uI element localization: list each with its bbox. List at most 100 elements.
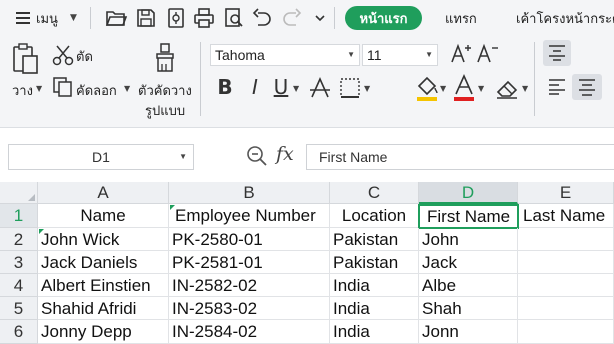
print-preview-icon[interactable] <box>222 6 246 30</box>
cell-a1[interactable]: Name <box>38 204 169 228</box>
paste-icon[interactable] <box>10 42 40 76</box>
scissors-icon[interactable] <box>52 44 74 66</box>
chevron-down-icon[interactable]: ▼ <box>440 84 446 93</box>
cell-c2[interactable]: Pakistan <box>330 228 419 251</box>
chevron-down-icon[interactable]: ▼ <box>478 84 484 93</box>
open-folder-icon[interactable] <box>104 6 128 30</box>
row-header[interactable]: 1 <box>0 204 38 228</box>
cell-b1[interactable]: Employee Number <box>169 204 330 228</box>
row-header[interactable]: 2 <box>0 228 38 251</box>
tab-insert[interactable]: แทรก <box>445 0 477 36</box>
cell-b2[interactable]: PK-2580-01 <box>169 228 330 251</box>
column-header-a[interactable]: A <box>38 182 169 204</box>
zoom-icon[interactable] <box>246 145 268 167</box>
redo-icon[interactable] <box>280 6 304 30</box>
cell-d5[interactable]: Shah <box>419 297 518 320</box>
format-painter-icon[interactable] <box>152 42 178 74</box>
column-header-d[interactable]: D <box>419 182 518 204</box>
column-header-e[interactable]: E <box>518 182 614 204</box>
toolbar-divider <box>90 7 91 29</box>
spreadsheet-grid: A B C D E 1 Name Employee Number Locatio… <box>0 182 614 344</box>
cell-a4[interactable]: Albert Einstien <box>38 274 169 297</box>
cell-e2[interactable] <box>518 228 614 251</box>
copy-icon[interactable] <box>52 76 74 98</box>
copy-button[interactable]: คัดลอก <box>76 80 117 101</box>
export-icon[interactable] <box>164 6 188 30</box>
chevron-down-icon[interactable]: ▼ <box>347 45 355 65</box>
cell-c3[interactable]: Pakistan <box>330 251 419 274</box>
cell-c4[interactable]: India <box>330 274 419 297</box>
font-name-select[interactable]: Tahoma ▼ <box>210 44 360 66</box>
cell-e6[interactable] <box>518 320 614 344</box>
font-color-icon[interactable] <box>452 74 476 102</box>
tab-page-layout[interactable]: เค้าโครงหน้ากระดาษ <box>516 0 614 36</box>
align-center-button[interactable] <box>572 74 602 100</box>
cell-d1[interactable]: First Name <box>418 204 519 229</box>
chevron-down-icon[interactable]: ▼ <box>425 45 433 65</box>
italic-icon[interactable]: I <box>244 74 266 100</box>
eraser-icon[interactable] <box>494 76 520 100</box>
chevron-down-icon[interactable]: ▼ <box>293 84 299 93</box>
row-header[interactable]: 3 <box>0 251 38 274</box>
cell-c1[interactable]: Location <box>330 204 419 228</box>
tab-home[interactable]: หน้าแรก <box>345 6 422 30</box>
cell-d3[interactable]: Jack <box>419 251 518 274</box>
chevron-down-icon[interactable]: ▼ <box>179 145 187 169</box>
format-painter-label: รูปแบบ <box>145 104 186 119</box>
cell-e1[interactable]: Last Name <box>519 204 614 228</box>
underline-icon[interactable]: U <box>270 74 292 100</box>
more-chevron-icon[interactable] <box>308 6 332 30</box>
cell-b4[interactable]: IN-2582-02 <box>169 274 330 297</box>
cut-button[interactable]: ตัด <box>76 46 93 67</box>
cell-a3[interactable]: Jack Daniels <box>38 251 169 274</box>
chevron-down-icon[interactable]: ▼ <box>522 84 528 93</box>
cell-b5[interactable]: IN-2583-02 <box>169 297 330 320</box>
cell-c6[interactable]: India <box>330 320 419 344</box>
select-all-corner[interactable] <box>0 182 38 204</box>
align-top-icon[interactable] <box>547 44 567 62</box>
chevron-down-icon[interactable]: ▼ <box>36 84 42 93</box>
name-box-value: D1 <box>92 149 110 165</box>
cell-note-marker <box>170 205 175 210</box>
font-size-select[interactable]: 11 ▼ <box>362 44 438 66</box>
cell-e4[interactable] <box>518 274 614 297</box>
increase-font-size-icon[interactable] <box>450 42 472 66</box>
chevron-down-icon[interactable]: ▼ <box>364 84 370 93</box>
row-header[interactable]: 5 <box>0 297 38 320</box>
decrease-font-size-icon[interactable] <box>476 42 500 66</box>
cell-e5[interactable] <box>518 297 614 320</box>
chevron-down-icon[interactable]: ▼ <box>124 84 130 93</box>
borders-icon[interactable] <box>338 76 362 100</box>
row-header[interactable]: 4 <box>0 274 38 297</box>
strikethrough-icon[interactable] <box>308 76 332 100</box>
name-box[interactable]: D1 ▼ <box>8 144 194 170</box>
menu-bar: เมนู ▼ หน้าแรก แทรก เค้าโครงหน้ากระดาษ <box>0 0 614 36</box>
cell-note-marker <box>39 229 44 234</box>
formula-input[interactable]: First Name <box>306 144 614 170</box>
cell-a6[interactable]: Jonny Depp <box>38 320 169 344</box>
menu-button[interactable]: เมนู <box>36 0 58 36</box>
fill-color-icon[interactable] <box>414 74 440 102</box>
function-icon[interactable]: fx <box>276 143 294 165</box>
format-painter-button[interactable]: ตัวคัดวาง <box>138 80 192 101</box>
bold-icon[interactable]: B <box>214 74 236 100</box>
cell-a2[interactable]: John Wick <box>38 228 169 251</box>
cell-b3[interactable]: PK-2581-01 <box>169 251 330 274</box>
column-header-b[interactable]: B <box>169 182 330 204</box>
cell-a5[interactable]: Shahid Afridi <box>38 297 169 320</box>
cell-d6[interactable]: Jonn <box>419 320 518 344</box>
hamburger-icon[interactable] <box>14 0 32 36</box>
undo-icon[interactable] <box>250 6 274 30</box>
row-header[interactable]: 6 <box>0 320 38 344</box>
cell-c5[interactable]: India <box>330 297 419 320</box>
cell-b6[interactable]: IN-2584-02 <box>169 320 330 344</box>
paste-button[interactable]: วาง <box>12 80 33 101</box>
cell-d4[interactable]: Albe <box>419 274 518 297</box>
print-icon[interactable] <box>192 6 216 30</box>
cell-e3[interactable] <box>518 251 614 274</box>
save-icon[interactable] <box>134 6 158 30</box>
column-header-c[interactable]: C <box>330 182 419 204</box>
chevron-down-icon[interactable]: ▼ <box>70 0 77 36</box>
cell-d2[interactable]: John <box>419 228 518 251</box>
align-left-icon[interactable] <box>547 78 567 96</box>
